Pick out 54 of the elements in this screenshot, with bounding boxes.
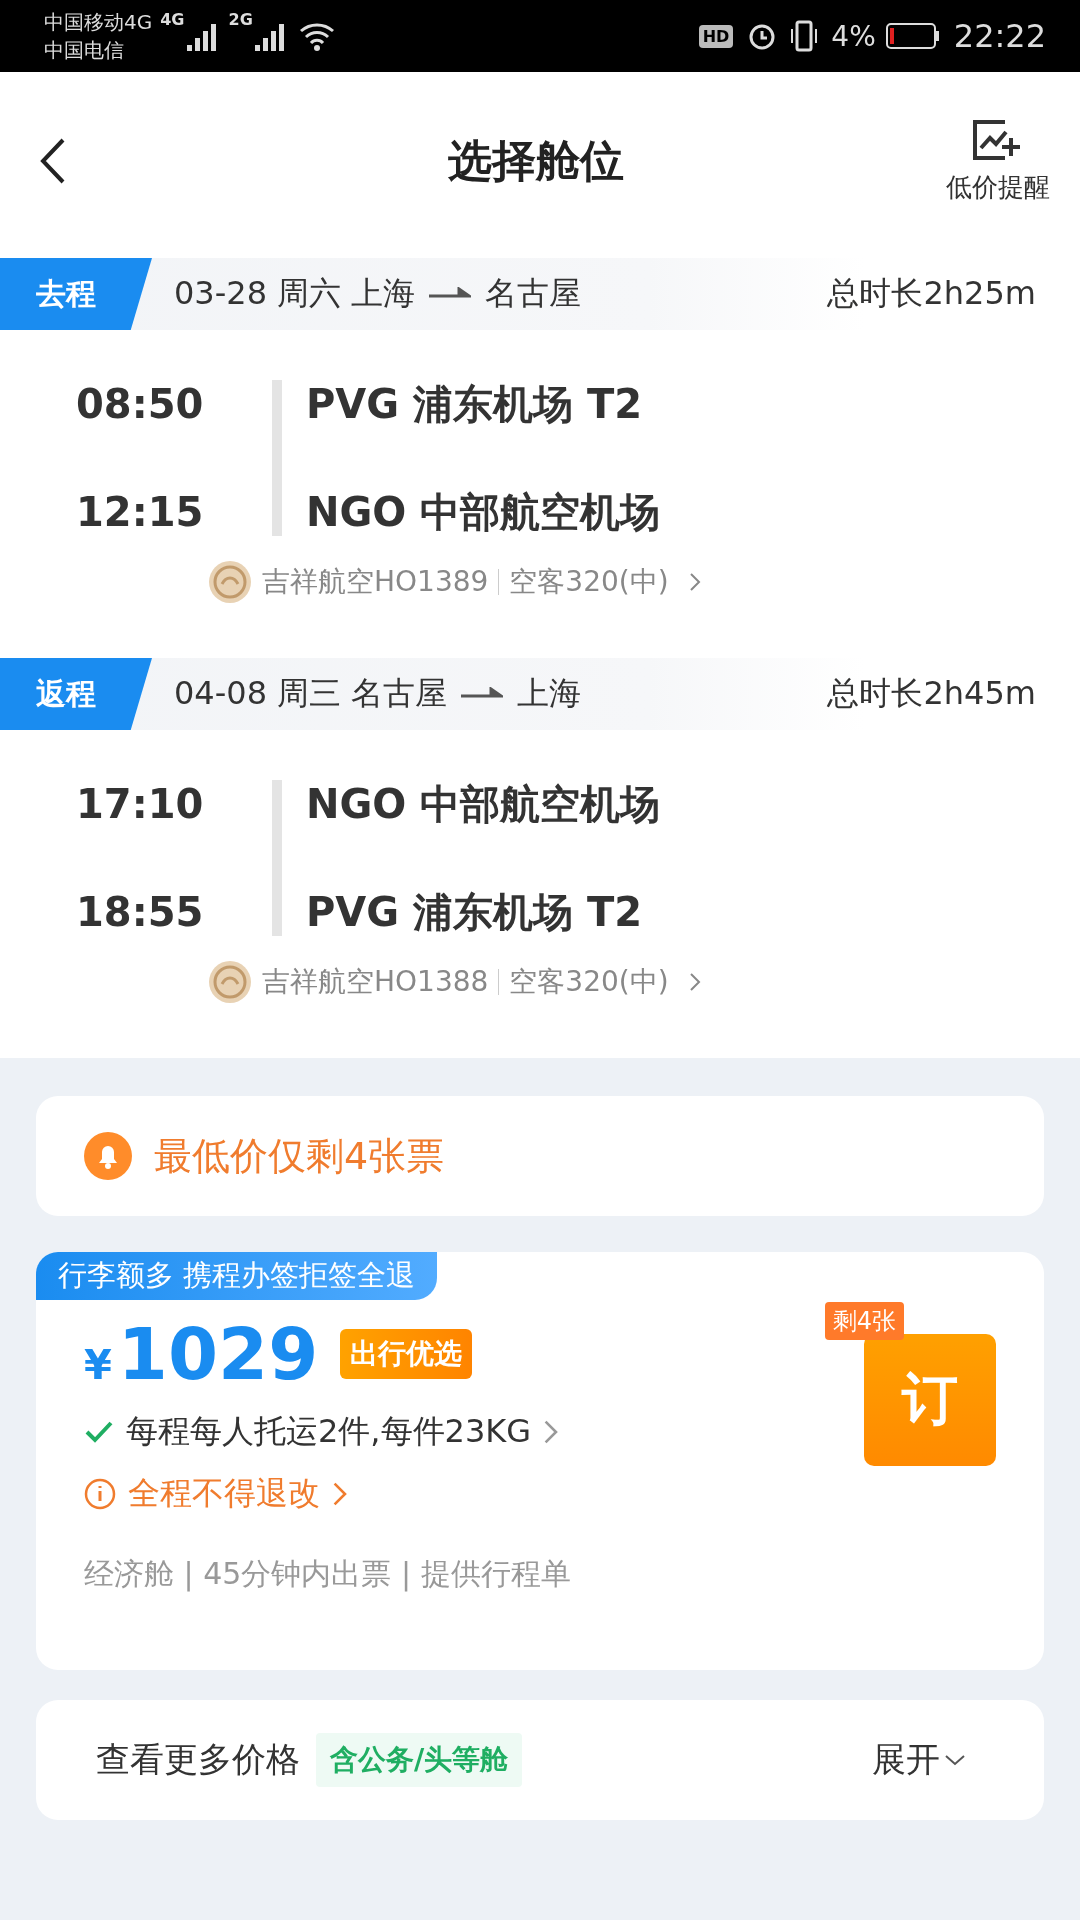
check-icon	[84, 1420, 114, 1444]
battery-percent: 4%	[831, 19, 876, 53]
leg-destination: 名古屋	[485, 273, 582, 314]
arrive-airport: NGO 中部航空机场	[306, 488, 662, 536]
arrive-airport: PVG 浦东机场 T2	[306, 888, 644, 936]
battery-icon	[885, 22, 940, 50]
price-alert-button[interactable]: 低价提醒	[946, 117, 1050, 205]
airline-logo-icon	[208, 960, 252, 1004]
aircraft-type: 空客320(中)	[509, 564, 669, 600]
arrow-right-icon	[461, 687, 504, 701]
cabin-tag: 含公务/头等舱	[316, 1733, 523, 1787]
arrow-right-icon	[429, 287, 472, 301]
carrier-name: 中国电信	[44, 37, 125, 64]
offer-banner: 行李额多 携程办签拒签全退	[36, 1252, 438, 1300]
info-icon	[84, 1478, 116, 1510]
chevron-right-icon	[688, 972, 701, 992]
low-stock-notice: 最低价仅剩4张票	[154, 1132, 445, 1180]
aircraft-type: 空客320(中)	[509, 964, 669, 1000]
remaining-tickets-badge: 剩4张	[824, 1302, 904, 1340]
chevron-right-icon	[688, 572, 701, 592]
flight-number: 吉祥航空HO1388	[262, 964, 489, 1000]
depart-airport: PVG 浦东机场 T2	[306, 380, 644, 428]
hd-badge: HD	[698, 24, 734, 48]
leg-destination: 上海	[517, 673, 582, 714]
chevron-right-icon	[543, 1419, 559, 1445]
total-duration: 总时长2h25m	[827, 273, 1036, 314]
fare-details: 经济舱 | 45分钟内出票 | 提供行程单	[84, 1555, 572, 1594]
leg-tag: 返程	[0, 658, 152, 730]
total-duration: 总时长2h45m	[827, 673, 1036, 714]
leg-tag: 去程	[0, 258, 152, 330]
depart-airport: NGO 中部航空机场	[306, 780, 662, 828]
arrive-time: 12:15	[76, 488, 205, 536]
expand-button[interactable]: 展开	[872, 1737, 966, 1783]
baggage-allowance[interactable]: 每程每人托运2件,每件23KG	[126, 1410, 532, 1454]
back-icon[interactable]	[40, 138, 66, 184]
flight-number: 吉祥航空HO1389	[262, 564, 489, 600]
wifi-icon	[298, 21, 335, 51]
network-type: 4G	[160, 10, 185, 29]
chevron-right-icon	[332, 1481, 348, 1507]
page-title: 选择舱位	[448, 133, 624, 188]
airline-logo-icon	[208, 560, 252, 604]
network-type: 2G	[228, 10, 253, 29]
depart-time: 08:50	[76, 380, 205, 428]
carrier-name: 中国移动4G	[44, 9, 153, 36]
clock-time: 22:22	[953, 17, 1046, 55]
price: ¥1029	[84, 1312, 319, 1396]
chevron-down-icon	[944, 1753, 966, 1767]
leg-date-origin: 03-28 周六 上海	[174, 273, 416, 314]
bell-icon	[84, 1132, 132, 1180]
depart-time: 17:10	[76, 780, 205, 828]
preferred-badge: 出行优选	[340, 1329, 473, 1379]
leg-date-origin: 04-08 周三 名古屋	[174, 673, 448, 714]
more-prices-label: 查看更多价格	[96, 1738, 300, 1781]
arrive-time: 18:55	[76, 888, 205, 936]
